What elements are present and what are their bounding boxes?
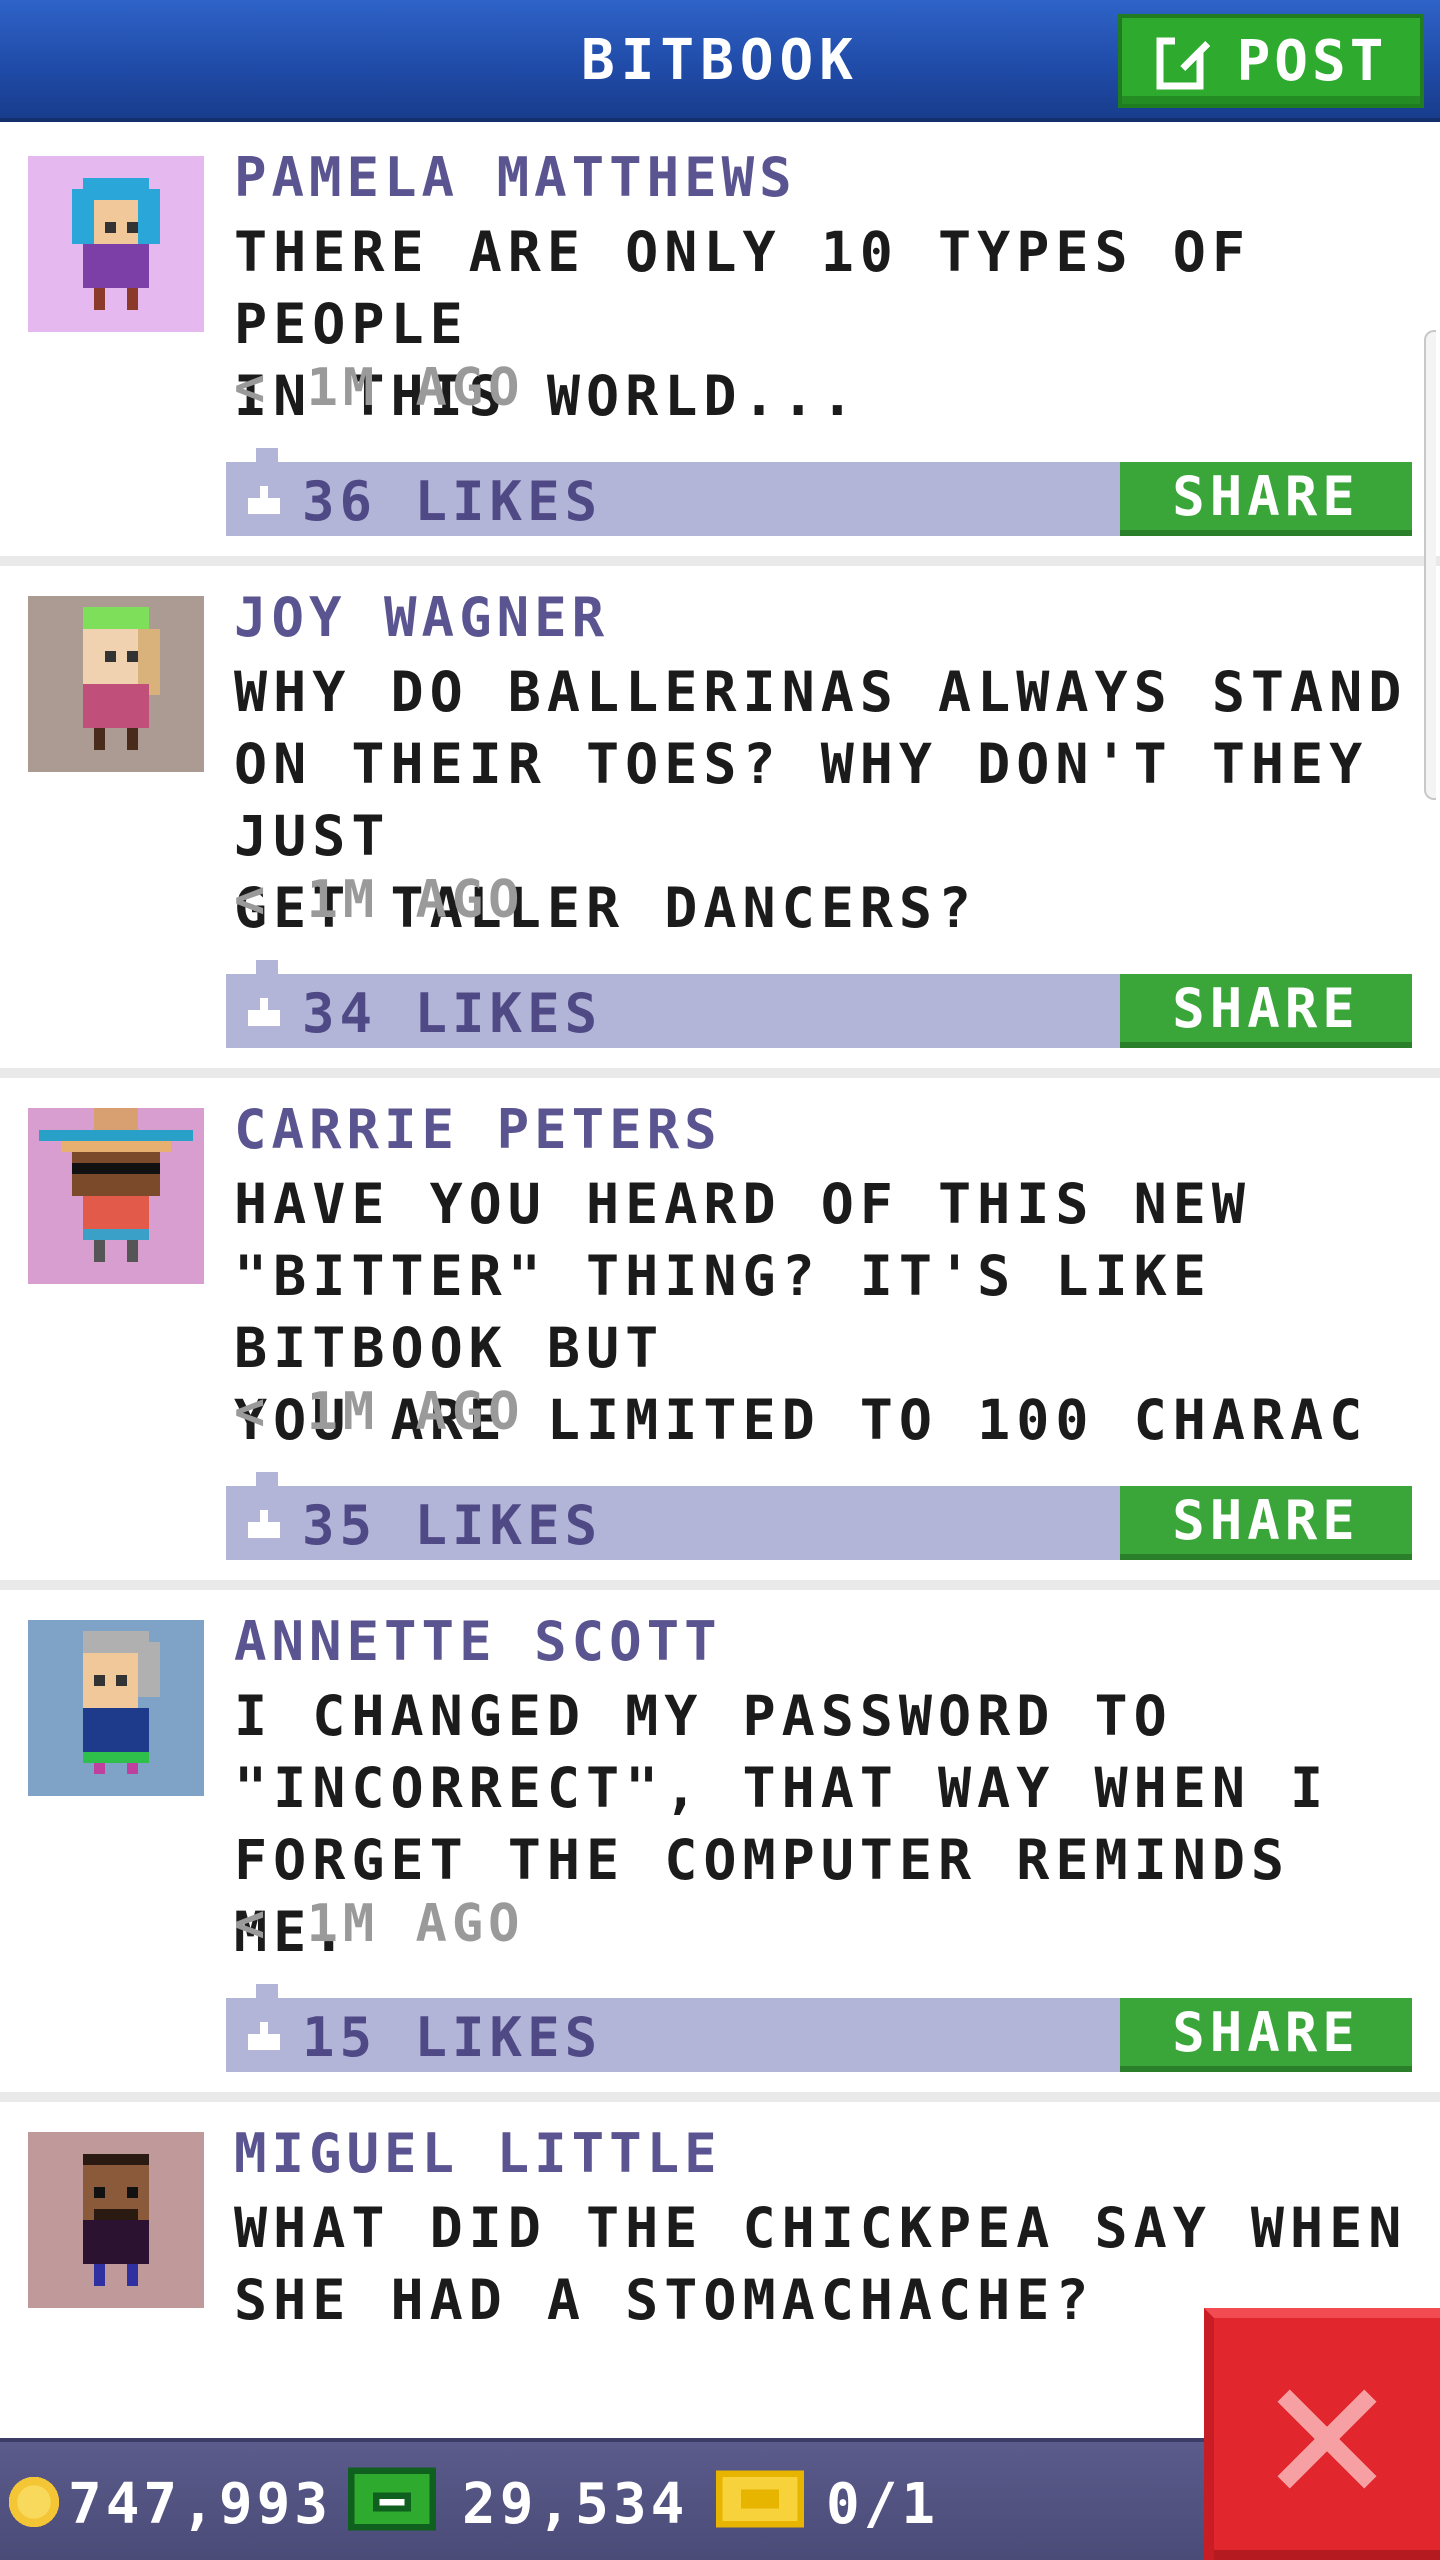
post-author[interactable]: PAMELA MATTHEWS [234,146,797,209]
thumbs-up-icon[interactable] [244,994,284,1030]
likes-bar: 15 LIKES SHARE [226,1984,1412,2072]
post-time: < 1M AGO [234,1382,525,1442]
post-card: ANNETTE SCOTT I CHANGED MY PASSWORD TO "… [0,1590,1440,2096]
post-time: < 1M AGO [234,870,525,930]
scrollbar[interactable] [1424,330,1436,800]
like-count: 15 LIKES [302,2006,603,2069]
share-button[interactable]: SHARE [1120,1486,1412,1560]
post-button[interactable]: POST [1118,14,1424,108]
avatar [28,596,204,772]
edit-icon [1156,36,1210,90]
post-author[interactable]: CARRIE PETERS [234,1098,722,1161]
share-button[interactable]: SHARE [1120,462,1412,536]
post-button-label: POST [1236,28,1388,94]
close-icon [1277,2389,1377,2489]
top-bar: BITBOOK POST [0,0,1440,122]
likes-bar: 35 LIKES SHARE [226,1472,1412,1560]
ticket-icon[interactable] [716,2470,804,2528]
share-button[interactable]: SHARE [1120,1998,1412,2072]
post-author[interactable]: MIGUEL LITTLE [234,2122,722,2185]
like-count: 35 LIKES [302,1494,603,1557]
coin-count: 747,993 [68,2472,333,2537]
post-card: JOY WAGNER WHY DO BALLERINAS ALWAYS STAN… [0,566,1440,1072]
divider [0,1068,1440,1078]
post-time: < 1M AGO [234,1894,525,1954]
close-button[interactable] [1204,2308,1440,2560]
cash-icon[interactable] [348,2466,436,2532]
bux-count: 29,534 [462,2472,689,2537]
divider [0,1580,1440,1590]
post-author[interactable]: ANNETTE SCOTT [234,1610,722,1673]
avatar [28,2132,204,2308]
post-time: < 1M AGO [234,358,525,418]
divider [0,2092,1440,2102]
divider [0,556,1440,566]
post-author[interactable]: JOY WAGNER [234,586,609,649]
post-card: CARRIE PETERS HAVE YOU HEARD OF THIS NEW… [0,1078,1440,1584]
thumbs-up-icon[interactable] [244,482,284,518]
like-count: 34 LIKES [302,982,603,1045]
share-button[interactable]: SHARE [1120,974,1412,1048]
avatar [28,156,204,332]
like-count: 36 LIKES [302,470,603,533]
avatar [28,1620,204,1796]
likes-bar: 36 LIKES SHARE [226,448,1412,536]
likes-bar: 34 LIKES SHARE [226,960,1412,1048]
avatar [28,1108,204,1284]
thumbs-up-icon[interactable] [244,1506,284,1542]
ticket-count: 0/1 [826,2472,940,2537]
coin-icon [8,2476,60,2528]
thumbs-up-icon[interactable] [244,2018,284,2054]
